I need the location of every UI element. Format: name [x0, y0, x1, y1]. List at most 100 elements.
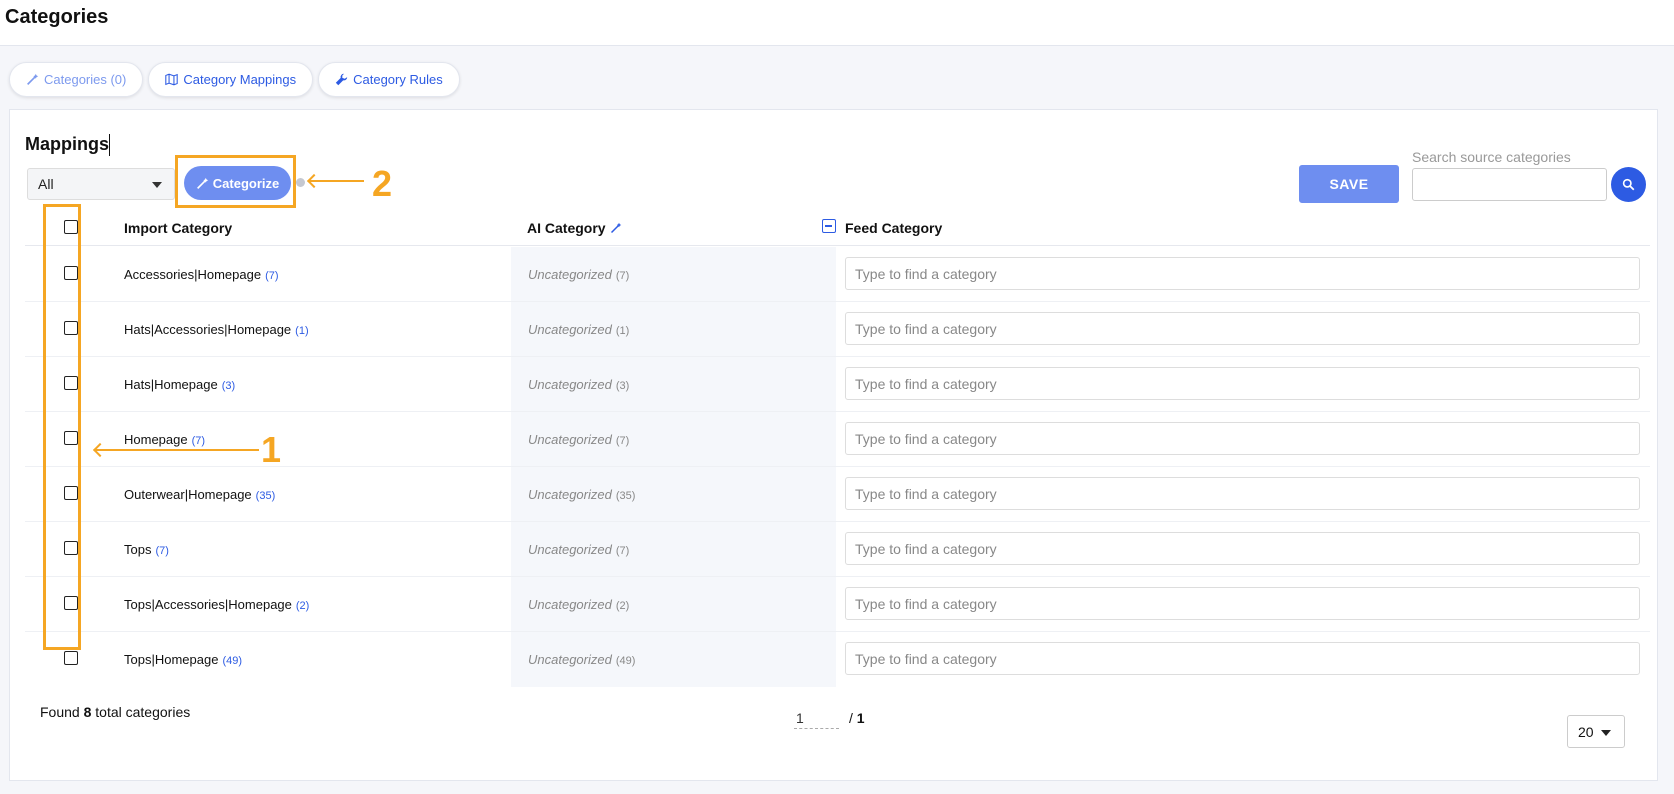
caret-down-icon: [152, 182, 162, 188]
ai-category-name: Uncategorized: [528, 542, 612, 557]
feed-category-input[interactable]: [845, 422, 1640, 455]
import-category: Hats|Accessories|Homepage (1): [124, 322, 309, 337]
ai-count: (49): [615, 655, 636, 667]
ai-category: Uncategorized (7): [528, 267, 629, 282]
row-checkbox[interactable]: [64, 651, 78, 665]
filter-selected-value: All: [38, 176, 54, 192]
feed-category-input[interactable]: [845, 367, 1640, 400]
tab-category-rules[interactable]: Category Rules: [318, 62, 460, 97]
mappings-panel: Mappings All Categorize SAVE Search sour…: [9, 109, 1658, 781]
ai-count: (3): [615, 380, 630, 392]
table-row: Accessories|Homepage (7) Uncategorized (7): [25, 247, 1650, 302]
filter-select[interactable]: All: [27, 168, 175, 200]
ai-category: Uncategorized (1): [528, 322, 629, 337]
annotation-marker-2: 2: [372, 163, 393, 204]
import-category-name: Tops: [124, 542, 152, 557]
collapse-column-icon[interactable]: [822, 219, 836, 233]
import-category: Tops|Accessories|Homepage (2): [124, 597, 309, 612]
feed-category-input[interactable]: [845, 257, 1640, 290]
import-count: (3): [221, 380, 236, 392]
import-count: (7): [191, 435, 206, 447]
page-total-count: 1: [856, 710, 865, 726]
per-page-value: 20: [1578, 723, 1594, 740]
magic-wand-icon: [27, 73, 39, 85]
annotation-arrow-line: [94, 449, 259, 451]
import-category-name: Tops|Accessories|Homepage: [124, 597, 292, 612]
table-row: Outerwear|Homepage (35) Uncategorized (35): [25, 467, 1650, 522]
found-count: 8: [83, 704, 92, 720]
search-label: Search source categories: [1412, 149, 1571, 165]
import-category-name: Accessories|Homepage: [124, 267, 262, 282]
import-category-name: Hats|Homepage: [124, 377, 218, 392]
search-icon: [1622, 178, 1635, 191]
tab-label: Category Mappings: [183, 72, 297, 87]
import-category-name: Outerwear|Homepage: [124, 487, 252, 502]
tab-label: Categories (0): [44, 72, 127, 87]
found-suffix: total categories: [95, 704, 191, 720]
page-number-input[interactable]: [794, 707, 839, 729]
feed-category-input[interactable]: [845, 532, 1640, 565]
info-icon[interactable]: [296, 178, 305, 187]
table-row: Tops|Homepage (49) Uncategorized (49): [25, 632, 1650, 687]
column-header-label: Import Category: [124, 220, 233, 236]
annotation-highlight-box: [43, 204, 81, 650]
page-title: Categories: [5, 6, 109, 28]
ai-count: (7): [615, 545, 630, 557]
import-category: Outerwear|Homepage (35): [124, 487, 275, 502]
text-caret: [109, 134, 110, 156]
ai-category-name: Uncategorized: [528, 597, 612, 612]
import-category-name: Hats|Accessories|Homepage: [124, 322, 292, 337]
search-button[interactable]: [1611, 167, 1646, 202]
import-count: (7): [155, 545, 169, 557]
table-header: Import Category AI Category Feed Categor…: [25, 208, 1650, 246]
ai-category: Uncategorized (2): [528, 597, 629, 612]
ai-category: Uncategorized (7): [528, 432, 629, 447]
import-category: Hats|Homepage (3): [124, 377, 235, 392]
ai-count: (2): [615, 600, 630, 612]
feed-category-input[interactable]: [845, 587, 1640, 620]
search-input[interactable]: [1412, 168, 1607, 201]
wrench-icon: [335, 73, 348, 86]
map-icon: [165, 73, 179, 86]
ai-count: (35): [615, 490, 636, 502]
ai-count: (7): [615, 270, 630, 282]
found-prefix: Found: [40, 704, 80, 720]
per-page-select[interactable]: 20: [1567, 715, 1625, 748]
ai-category: Uncategorized (3): [528, 377, 629, 392]
tab-categories[interactable]: Categories (0): [9, 62, 144, 97]
import-count: (49): [222, 655, 242, 667]
import-category: Tops|Homepage (49): [124, 652, 242, 667]
page-separator: /: [849, 710, 853, 726]
section-title: Mappings: [25, 134, 109, 154]
column-header-label: AI Category: [527, 220, 606, 236]
import-count: (35): [255, 490, 276, 502]
table-row: Hats|Homepage (3) Uncategorized (3): [25, 357, 1650, 412]
table-row: Tops (7) Uncategorized (7): [25, 522, 1650, 577]
column-header-import: Import Category: [124, 220, 232, 236]
ai-category: Uncategorized (49): [528, 652, 635, 667]
import-count: (2): [295, 600, 310, 612]
import-category: Homepage (7): [124, 432, 205, 447]
save-button[interactable]: SAVE: [1299, 165, 1399, 203]
tab-category-mappings[interactable]: Category Mappings: [148, 62, 314, 97]
annotation-arrow-head: [306, 173, 322, 189]
column-header-label: Feed Category: [845, 220, 943, 236]
feed-category-input[interactable]: [845, 312, 1640, 345]
column-header-ai: AI Category: [527, 220, 622, 236]
page-header: Categories: [0, 0, 1674, 46]
ai-category-name: Uncategorized: [528, 322, 612, 337]
import-category: Accessories|Homepage (7): [124, 267, 279, 282]
table-row: Hats|Accessories|Homepage (1) Uncategoriz…: [25, 302, 1650, 357]
magic-wand-icon: [610, 222, 621, 234]
ai-category-name: Uncategorized: [528, 487, 612, 502]
ai-category-name: Uncategorized: [528, 377, 612, 392]
import-category-name: Tops|Homepage: [124, 652, 219, 667]
column-header-feed: Feed Category: [845, 220, 942, 236]
caret-down-icon: [1601, 730, 1611, 736]
tab-bar: Categories (0) Category Mappings Categor…: [9, 62, 460, 97]
page-total: / 1: [849, 710, 865, 726]
import-count: (7): [265, 270, 279, 282]
ai-category: Uncategorized (35): [528, 487, 635, 502]
feed-category-input[interactable]: [845, 477, 1640, 510]
feed-category-input[interactable]: [845, 642, 1640, 675]
